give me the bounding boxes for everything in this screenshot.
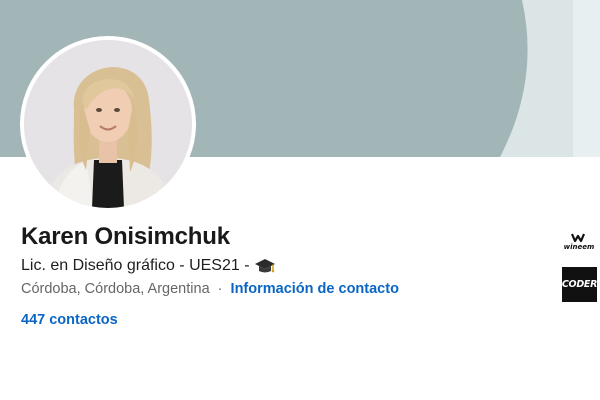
profile-headline: Lic. en Diseño gráfico - UES21 -	[21, 255, 276, 277]
company-logo-coder[interactable]: CODER	[562, 267, 597, 302]
profile-photo-image	[24, 40, 192, 208]
profile-location: Córdoba, Córdoba, Argentina	[21, 281, 210, 297]
location-row: Córdoba, Córdoba, Argentina · Informació…	[21, 281, 399, 297]
wineem-logo-text: wineem	[564, 243, 595, 251]
separator-dot: ·	[217, 281, 223, 297]
profile-name: Karen Onisimchuk	[21, 223, 230, 250]
contact-info-link[interactable]: Información de contacto	[231, 281, 399, 297]
graduation-cap-icon	[254, 255, 276, 277]
company-logo-wineem[interactable]: wineem	[560, 233, 598, 251]
profile-photo[interactable]	[20, 36, 196, 212]
headline-text: Lic. en Diseño gráfico - UES21 -	[21, 257, 250, 274]
connections-link[interactable]: 447 contactos	[21, 312, 118, 328]
coder-logo-text: CODER	[561, 279, 598, 290]
wineem-logo-icon: wineem	[564, 233, 595, 251]
